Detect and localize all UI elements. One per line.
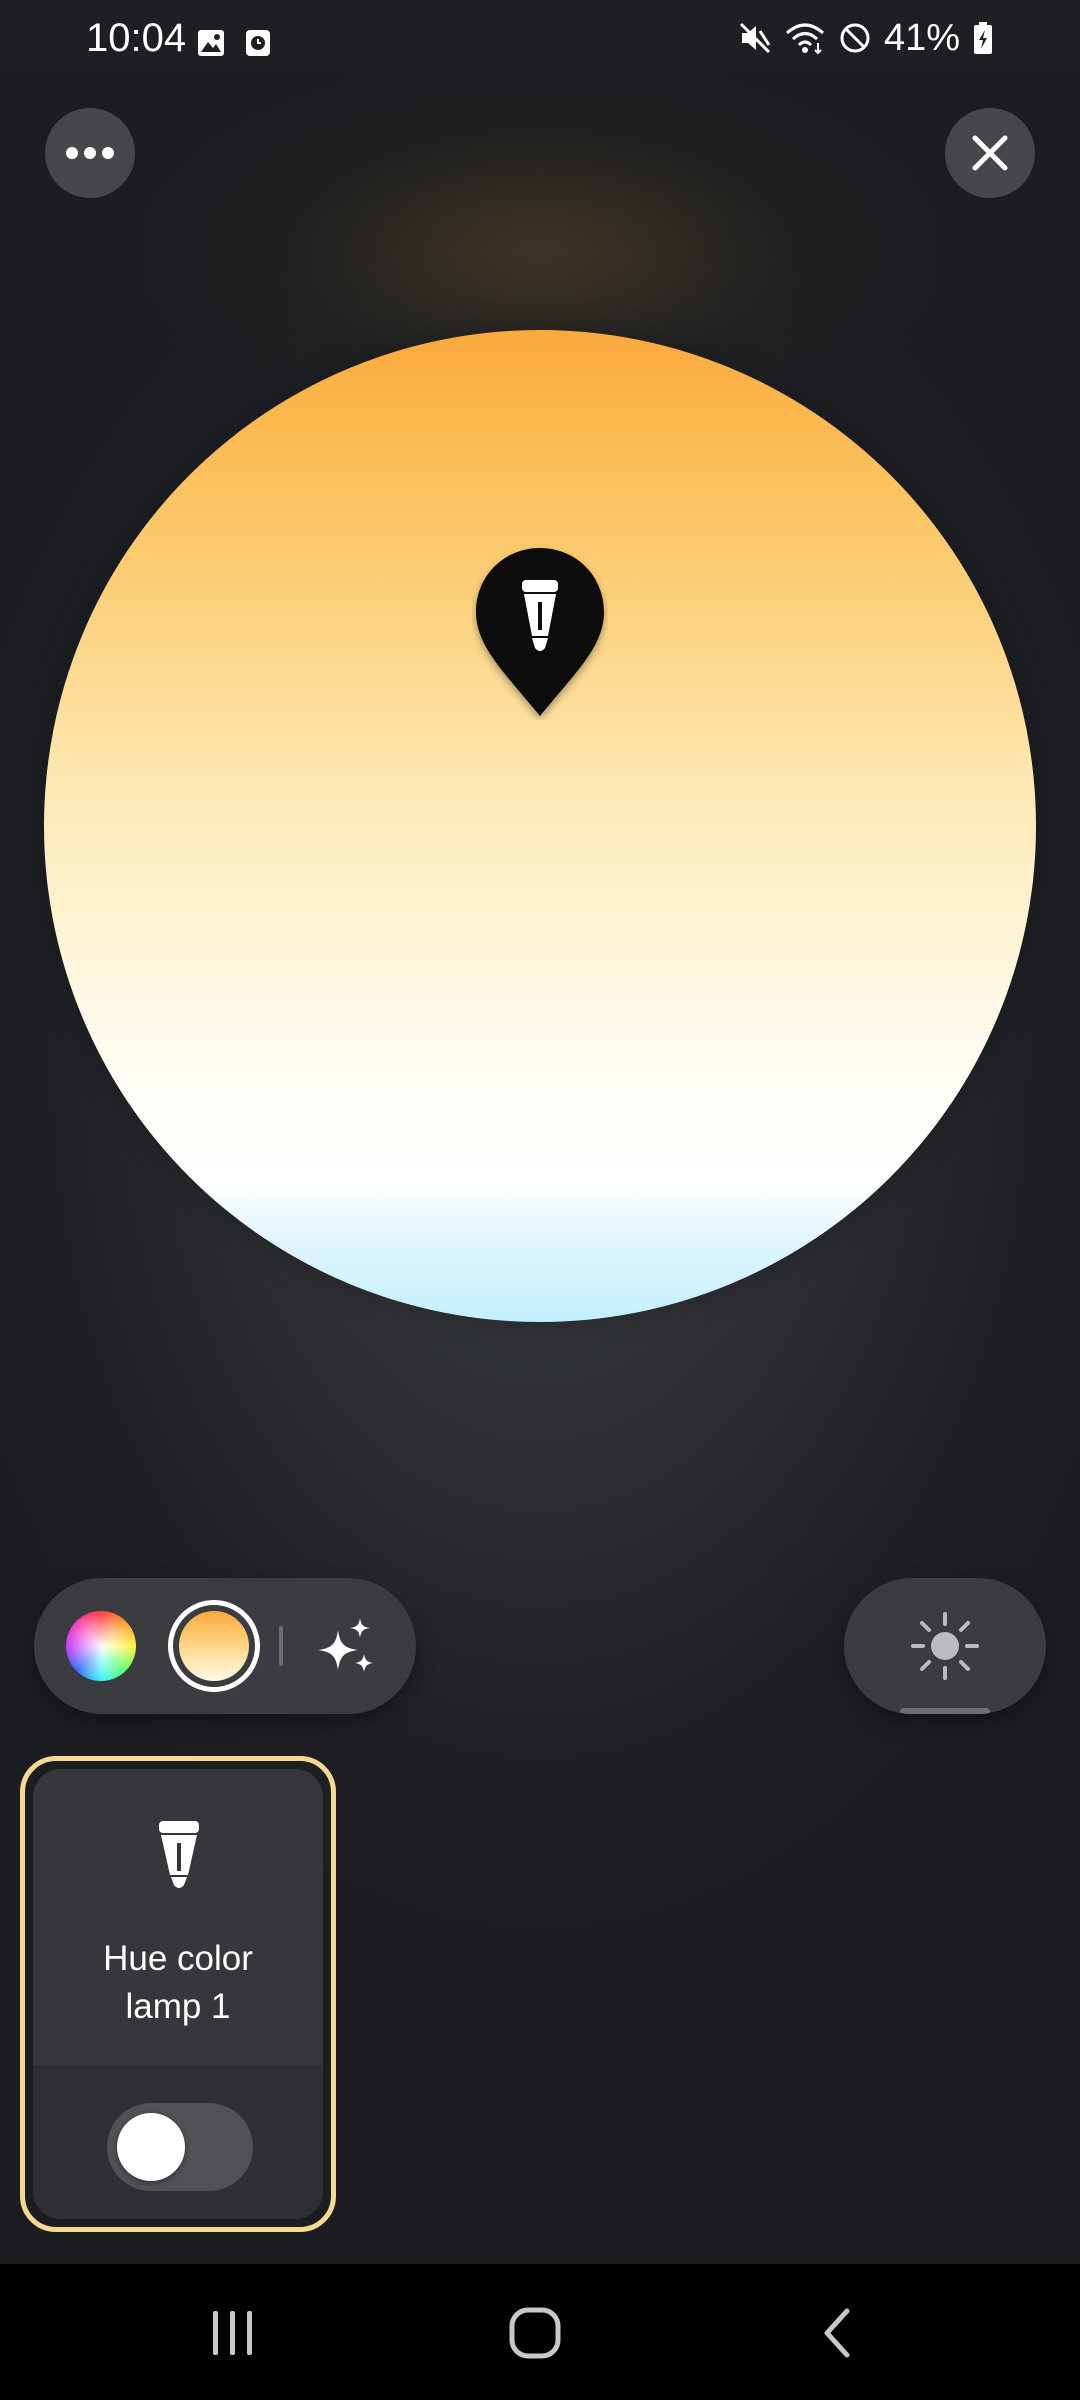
home-button[interactable] xyxy=(500,2298,570,2368)
status-system-icons: 41% xyxy=(738,14,994,62)
brightness-button[interactable] xyxy=(844,1578,1046,1714)
status-notification-icons xyxy=(196,28,272,58)
light-name: Hue color lamp 1 xyxy=(103,1939,253,2026)
more-horizontal-icon xyxy=(66,147,114,159)
white-temperature-mode-button[interactable] xyxy=(168,1600,260,1692)
white-gradient-swatch xyxy=(179,1611,249,1681)
light-card[interactable]: Hue color lamp 1 xyxy=(20,1756,336,2232)
home-icon xyxy=(509,2307,561,2359)
recents-button[interactable] xyxy=(198,2298,268,2368)
clock-app-icon xyxy=(246,30,270,56)
light-color-screen: 10:04 41% Hue color lamp 1 xyxy=(0,0,1080,2400)
system-navigation-bar xyxy=(0,2264,1080,2400)
battery-percent: 41% xyxy=(883,17,960,59)
close-icon xyxy=(972,135,1008,171)
light-position-pin[interactable] xyxy=(472,544,608,720)
brightness-level-bar xyxy=(900,1708,990,1714)
wifi-icon xyxy=(785,23,824,55)
light-card-body: Hue color lamp 1 xyxy=(33,1769,323,2219)
sun-icon xyxy=(911,1612,979,1680)
bulb-icon xyxy=(159,1821,199,1888)
mode-selector xyxy=(34,1578,416,1714)
battery-charging-icon xyxy=(974,22,992,54)
color-temperature-wheel[interactable] xyxy=(44,330,1036,1322)
recents-icon xyxy=(213,2311,252,2355)
toggle-knob xyxy=(117,2113,185,2181)
back-icon xyxy=(824,2308,850,2358)
mode-divider xyxy=(279,1626,283,1666)
mute-icon xyxy=(739,22,771,54)
do-not-disturb-icon xyxy=(840,23,870,53)
more-options-button[interactable] xyxy=(45,108,135,198)
gallery-icon xyxy=(198,30,224,56)
effects-sparkle-icon[interactable] xyxy=(314,1614,378,1678)
close-button[interactable] xyxy=(945,108,1035,198)
color-wheel-mode-button[interactable] xyxy=(66,1611,136,1681)
status-time: 10:04 xyxy=(86,16,187,60)
status-bar: 10:04 41% xyxy=(0,0,1080,74)
back-button[interactable] xyxy=(802,2298,872,2368)
light-power-toggle[interactable] xyxy=(107,2103,253,2191)
